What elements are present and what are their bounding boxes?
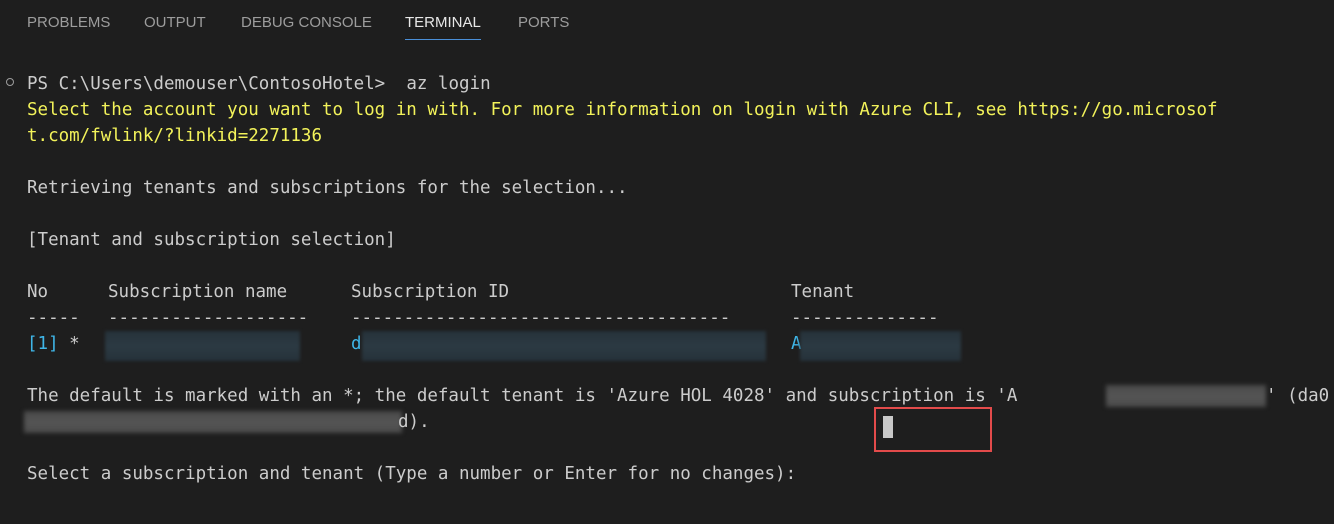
terminal-cursor[interactable] [883, 416, 893, 438]
column-header-subscription-id: Subscription ID [351, 282, 510, 302]
redacted-subscription-name [105, 331, 300, 361]
select-prompt: Select a subscription and tenant (Type a… [27, 464, 797, 484]
info-line-1: Select the account you want to log in wi… [27, 100, 1218, 120]
tab-debug-console[interactable]: DEBUG CONSOLE [241, 13, 372, 33]
separator-subscription-id: ------------------------------------ [351, 308, 731, 328]
default-info-line-1: The default is marked with an *; the def… [27, 386, 1018, 406]
separator-no: ----- [27, 308, 80, 328]
redacted-subscription-name-default [1106, 385, 1266, 407]
panel-tab-bar: PROBLEMS OUTPUT DEBUG CONSOLE TERMINAL P… [0, 0, 1334, 46]
separator-tenant: -------------- [791, 308, 939, 328]
separator-subscription-name: ------------------- [108, 308, 309, 328]
subscription-id-visible: d [351, 334, 362, 354]
redacted-tenant [800, 331, 961, 361]
tab-terminal[interactable]: TERMINAL [405, 13, 481, 40]
default-info-line-2-end: d). [398, 412, 430, 432]
row-number: [1] [27, 334, 59, 354]
terminal-output[interactable]: PS C:\Users\demouser\ContosoHotel> az lo… [0, 46, 1334, 524]
tab-ports[interactable]: PORTS [518, 13, 569, 33]
table-row: [1] * [27, 333, 80, 355]
default-marker: * [58, 334, 80, 354]
default-info-line-1-end: ' (da0 [1266, 386, 1330, 406]
redacted-subscription-id [362, 331, 766, 361]
tab-output[interactable]: OUTPUT [144, 13, 206, 33]
info-line-2: t.com/fwlink/?linkid=2271136 [27, 126, 323, 146]
retrieving-line: Retrieving tenants and subscriptions for… [27, 178, 628, 198]
prompt-line: PS C:\Users\demouser\ContosoHotel> az lo… [27, 73, 491, 95]
command-status-icon[interactable] [6, 78, 14, 86]
column-header-subscription-name: Subscription name [108, 282, 288, 302]
column-header-no: No [27, 282, 49, 302]
tab-problems[interactable]: PROBLEMS [27, 13, 110, 33]
command-text: az login [406, 74, 491, 94]
redacted-subscription-id-default [24, 411, 402, 433]
column-header-tenant: Tenant [791, 282, 855, 302]
selection-header: [Tenant and subscription selection] [27, 230, 396, 250]
prompt-text: PS C:\Users\demouser\ContosoHotel> [27, 74, 386, 94]
